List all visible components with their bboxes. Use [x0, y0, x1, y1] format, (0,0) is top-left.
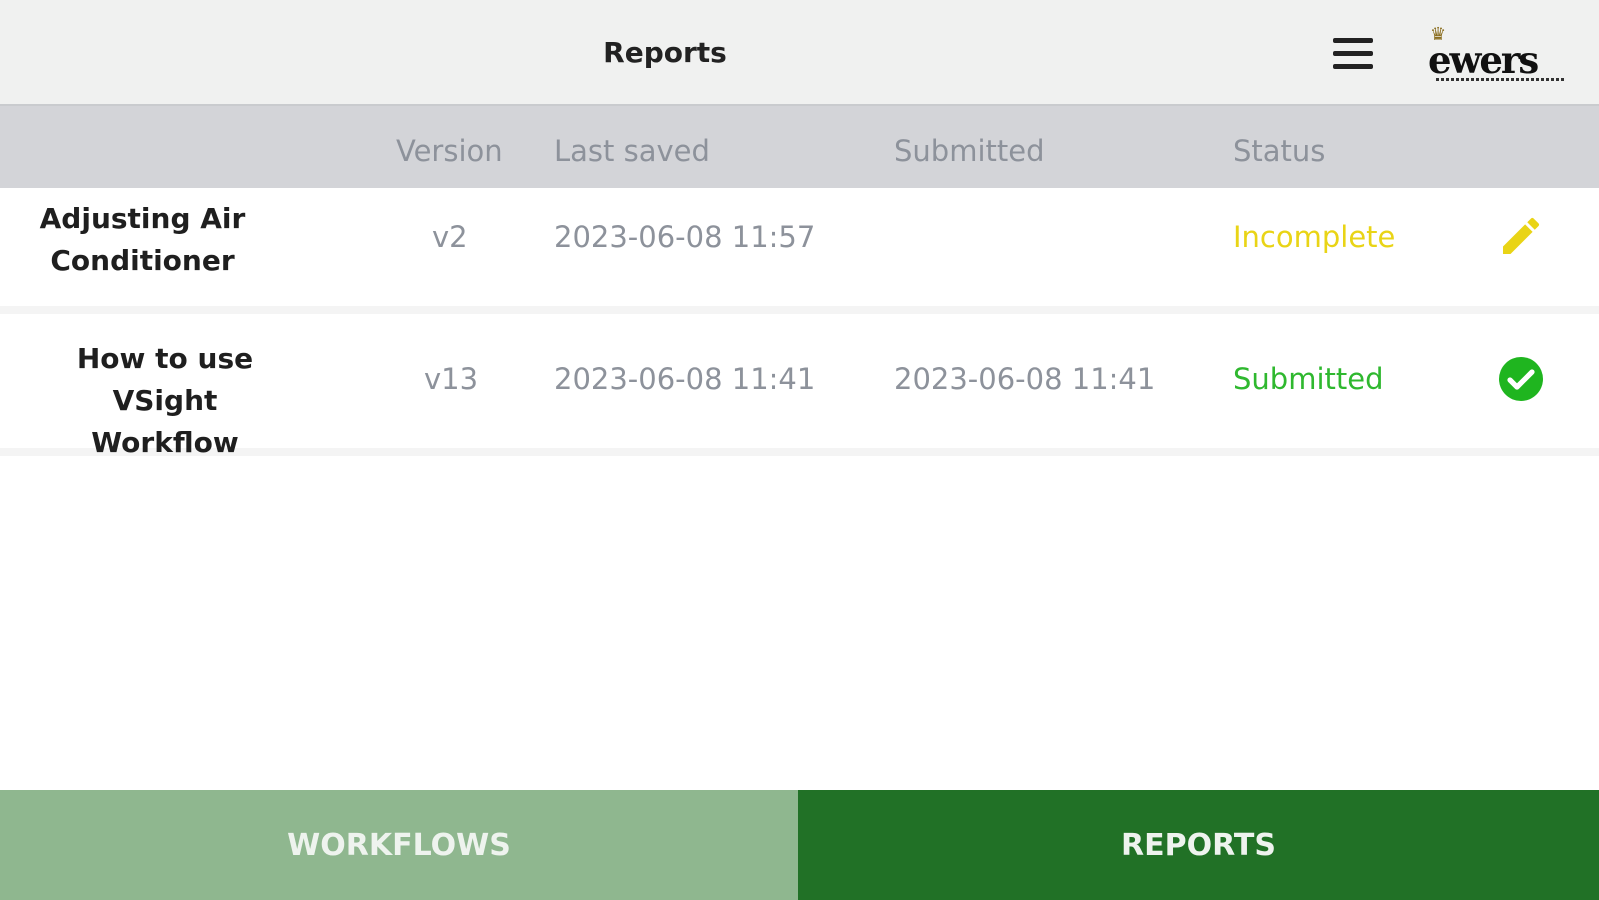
top-bar: Reports ♛ ewers	[0, 0, 1599, 106]
tab-reports[interactable]: REPORTS	[798, 790, 1599, 900]
report-name: Adjusting Air Conditioner	[20, 198, 265, 282]
report-name: How to use VSight Workflow	[35, 338, 295, 464]
ewers-logo: ♛ ewers	[1428, 24, 1568, 88]
last-saved-cell: 2023-06-08 11:41	[554, 362, 816, 396]
tab-workflows[interactable]: WORKFLOWS	[0, 790, 798, 900]
report-name-line: Conditioner	[50, 244, 235, 277]
table-header: Version Last saved Submitted Status	[0, 106, 1599, 188]
page-title: Reports	[603, 36, 727, 69]
status-badge: Incomplete	[1233, 220, 1396, 254]
check-circle-icon[interactable]	[1497, 355, 1545, 403]
submitted-cell: 2023-06-08 11:41	[894, 362, 1156, 396]
column-header-status: Status	[1233, 134, 1326, 168]
bottom-nav: WORKFLOWS REPORTS	[0, 790, 1599, 900]
column-header-submitted: Submitted	[894, 134, 1045, 168]
table-row[interactable]: How to use VSight Workflow v13 2023-06-0…	[0, 314, 1599, 459]
column-header-last-saved: Last saved	[554, 134, 710, 168]
version-cell: v13	[424, 362, 479, 396]
pencil-icon[interactable]	[1497, 212, 1545, 260]
column-header-version: Version	[396, 134, 503, 168]
report-name-line: How to use	[76, 342, 254, 375]
hamburger-menu-icon[interactable]	[1333, 38, 1375, 72]
version-cell: v2	[432, 220, 468, 254]
report-name-line: Adjusting Air	[39, 202, 246, 235]
last-saved-cell: 2023-06-08 11:57	[554, 220, 816, 254]
logo-tagline	[1436, 78, 1566, 81]
report-name-line: VSight Workflow	[91, 384, 239, 459]
logo-text: ewers	[1428, 38, 1539, 82]
table-row[interactable]: Adjusting Air Conditioner v2 2023-06-08 …	[0, 188, 1599, 314]
status-badge: Submitted	[1233, 362, 1384, 396]
